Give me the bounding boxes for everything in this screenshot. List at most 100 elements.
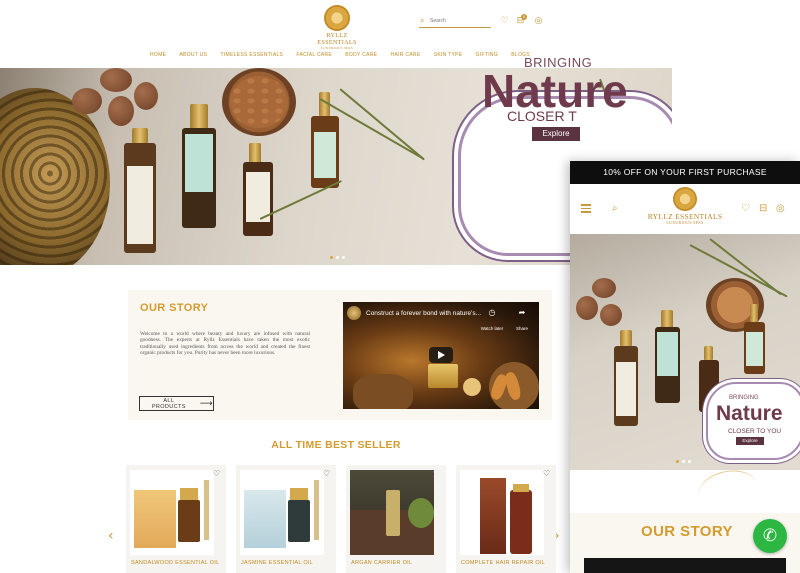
mobile-carousel-dots[interactable]: [676, 460, 691, 463]
mobile-explore-button[interactable]: Explore: [736, 437, 764, 445]
nut-image: [134, 82, 158, 110]
product-bottle: [178, 500, 200, 542]
product-name[interactable]: COMPLETE HAIR REPAIR OIL: [461, 560, 553, 567]
hero-explore-button[interactable]: Explore: [532, 127, 580, 141]
whatsapp-icon[interactable]: ✆: [753, 519, 787, 553]
mobile-hero-line-2: Nature: [716, 402, 783, 425]
heart-icon[interactable]: ♡: [543, 469, 550, 478]
carousel-dot[interactable]: [676, 460, 679, 463]
bottle-label: [746, 332, 763, 366]
site-logo[interactable]: RYLLZ ESSENTIALS LUXURIOUS SPAS: [644, 187, 726, 225]
carousel-dot[interactable]: [330, 256, 333, 259]
bottle-cap: [132, 128, 148, 144]
product-image: [240, 470, 324, 555]
share-label: Share: [515, 326, 528, 331]
arrow-right-icon: ⟶: [199, 398, 213, 409]
nut-image: [600, 304, 622, 326]
search-icon: ⌕: [420, 16, 425, 25]
share-button[interactable]: ➦ Share: [510, 308, 534, 335]
wooden-bowl-image: [353, 374, 413, 409]
product-bottle: [510, 490, 532, 554]
product-name[interactable]: JASMINE ESSENTIAL OIL: [241, 560, 333, 567]
logo-tagline: LUXURIOUS SPAS: [666, 221, 704, 225]
heart-icon[interactable]: ♡: [433, 469, 440, 478]
product-image: [350, 470, 434, 555]
product-name[interactable]: ARGAN CARRIER OIL: [351, 560, 443, 567]
our-story-heading: OUR STORY: [140, 302, 209, 314]
bottle-label: [185, 134, 213, 192]
heart-icon[interactable]: ♡: [213, 469, 220, 478]
mobile-hero-line-3: CLOSER TO YOU: [728, 428, 782, 435]
all-products-label: ALL PRODUCTS: [151, 397, 186, 410]
heart-icon[interactable]: ♡: [499, 16, 510, 27]
user-icon[interactable]: ◎: [533, 16, 544, 27]
clock-icon: ◷: [488, 308, 496, 317]
carousel-dot[interactable]: [682, 460, 685, 463]
logo-emblem-icon: [673, 187, 697, 211]
watch-later-label: Watch later: [480, 326, 504, 331]
search-input[interactable]: [430, 16, 488, 26]
nav-timeless-essentials[interactable]: TIMELESS ESSENTIALS: [221, 52, 284, 60]
all-products-button[interactable]: ALL PRODUCTS ⟶: [139, 396, 214, 411]
mobile-our-story-heading: OUR STORY: [641, 523, 733, 540]
logo-name: RYLLZ ESSENTIALS: [317, 32, 357, 46]
nav-body-care[interactable]: BODY CARE: [345, 52, 377, 60]
nut-image: [100, 68, 132, 92]
main-nav: HOME ABOUT US TIMELESS ESSENTIALS FACIAL…: [150, 52, 530, 60]
bottle-cap: [704, 346, 713, 360]
product-card[interactable]: ♡ JASMINE ESSENTIAL OIL: [236, 465, 336, 573]
nav-skin-type[interactable]: SKIN TYPE: [434, 52, 463, 60]
almonds-image: [230, 76, 288, 128]
search-icon[interactable]: ⌕: [612, 203, 618, 214]
carousel-dot[interactable]: [688, 460, 691, 463]
logo-emblem-icon: [324, 5, 350, 31]
play-icon[interactable]: [429, 347, 453, 363]
dropper-cap: [180, 488, 198, 500]
product-card[interactable]: ♡ ARGAN CARRIER OIL: [346, 465, 446, 573]
heart-icon[interactable]: ♡: [741, 203, 750, 214]
carousel-dot[interactable]: [342, 256, 345, 259]
product-box-image: [428, 364, 458, 388]
bottle-label: [314, 132, 336, 178]
nut-image: [592, 278, 616, 298]
nav-hair-care[interactable]: HAIR CARE: [391, 52, 421, 60]
site-logo[interactable]: RYLLZ ESSENTIALS LUXURIOUS SPAS: [308, 5, 366, 50]
watch-later-button[interactable]: ◷ Watch later: [480, 308, 504, 335]
video-title[interactable]: Construct a forever bond with nature's..…: [366, 310, 481, 317]
nut-image: [108, 96, 134, 126]
leaves: [408, 498, 434, 528]
chevron-left-icon[interactable]: ‹: [108, 528, 114, 544]
product-box: [244, 490, 286, 548]
mobile-video-player[interactable]: [584, 558, 786, 573]
product-name[interactable]: SANDALWOOD ESSENTIAL OIL: [131, 560, 223, 567]
bag-icon[interactable]: ⊟: [759, 203, 767, 214]
nav-facial-care[interactable]: FACIAL CARE: [296, 52, 332, 60]
nav-about-us[interactable]: ABOUT US: [179, 52, 207, 60]
product-bottle: [288, 500, 310, 542]
logo-name: RYLLZ ESSENTIALS: [647, 212, 723, 221]
nav-gifting[interactable]: GIFTING: [476, 52, 498, 60]
product-image: [130, 470, 214, 555]
logo-tagline: LUXURIOUS SPAS: [320, 46, 354, 50]
search-bar[interactable]: ⌕: [419, 15, 491, 28]
mobile-mockup: 10% OFF ON YOUR FIRST PURCHASE ⌕ RYLLZ E…: [570, 161, 800, 573]
product-bottle: [386, 490, 400, 536]
dropper: [204, 480, 209, 540]
our-story-text: Welcome to a world where beauty and luxu…: [140, 331, 310, 357]
heart-icon[interactable]: ♡: [323, 469, 330, 478]
mobile-hero-line-1: BRINGING: [729, 395, 759, 401]
herb-sprig: [339, 88, 425, 161]
product-card[interactable]: ♡ COMPLETE HAIR REPAIR OIL: [456, 465, 556, 573]
hamburger-icon[interactable]: [581, 204, 591, 215]
best-seller-heading: ALL TIME BEST SELLER: [271, 439, 401, 451]
product-image: [460, 470, 544, 555]
carousel-dot[interactable]: [336, 256, 339, 259]
carousel-dots[interactable]: [330, 256, 345, 259]
bottle-cap: [513, 484, 529, 492]
channel-logo-icon: [347, 306, 361, 320]
user-icon[interactable]: ◎: [776, 203, 785, 214]
nav-home[interactable]: HOME: [150, 52, 166, 60]
share-icon: ➦: [518, 308, 526, 317]
hero-line-3: CLOSER T: [507, 108, 577, 124]
product-card[interactable]: ♡ SANDALWOOD ESSENTIAL OIL: [126, 465, 226, 573]
